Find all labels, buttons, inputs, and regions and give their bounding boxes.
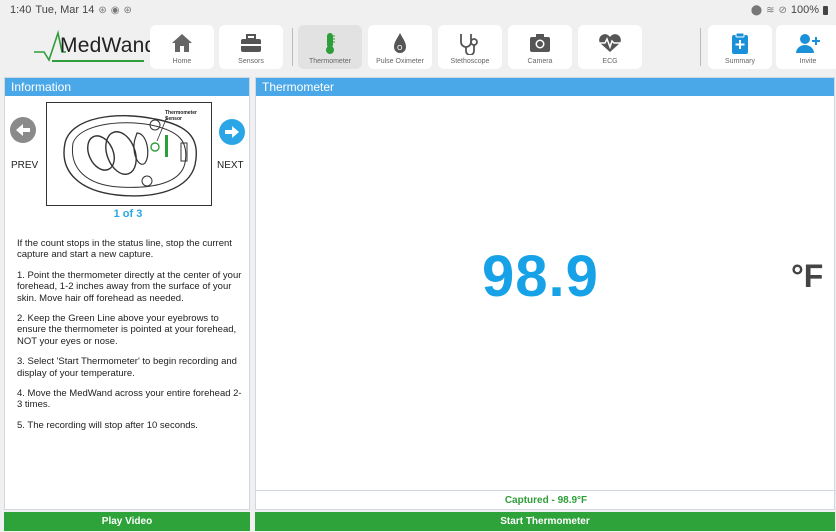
- toolbox-icon: [238, 30, 264, 56]
- home-icon: [170, 30, 194, 56]
- instruction-step: 4. Move the MedWand across your entire f…: [17, 388, 242, 411]
- instruction-step: 2. Keep the Green Line above your eyebro…: [17, 313, 237, 347]
- wifi-icon: ≋: [766, 4, 775, 16]
- battery-icon: [823, 5, 828, 15]
- status-date: Tue, Mar 14: [35, 4, 95, 16]
- start-thermometer-button[interactable]: Start Thermometer: [255, 512, 835, 531]
- page-indicator: 1 of 3: [113, 208, 143, 220]
- medwand-logo[interactable]: MedWand: [32, 30, 156, 64]
- logo-underline: [52, 60, 144, 62]
- thermometer-sensor-diagram: Thermometer Sensor: [46, 102, 212, 206]
- nav-ecg-button[interactable]: ECG: [578, 25, 642, 69]
- nav-divider: [292, 28, 293, 66]
- top-navigation: MedWand Home Sensors Thermometer O Pulse…: [0, 20, 836, 72]
- instruction-step: 1. Point the thermometer directly at the…: [17, 269, 242, 304]
- next-button[interactable]: [219, 119, 245, 145]
- information-panel: Information PREV Thermometer Sensor NEXT…: [4, 77, 250, 510]
- add-user-icon: [794, 30, 822, 56]
- arrow-right-icon: [225, 126, 239, 138]
- notification-icon-2: ⊛: [123, 4, 132, 16]
- nav-pulse-oximeter-button[interactable]: O Pulse Oximeter: [368, 25, 432, 69]
- temperature-unit: °F: [791, 258, 824, 294]
- nav-sensors-button[interactable]: Sensors: [219, 25, 283, 69]
- status-time: 1:40: [10, 4, 32, 16]
- nav-thermometer-button[interactable]: Thermometer: [298, 25, 362, 69]
- arrow-left-icon: [16, 124, 30, 136]
- nav-camera-button[interactable]: Camera: [508, 25, 572, 69]
- nav-summary-button[interactable]: Summary: [708, 25, 772, 69]
- svg-text:O: O: [397, 44, 403, 52]
- next-label: NEXT: [217, 160, 244, 171]
- thermometer-panel: Thermometer 98.9 °F Captured - 98.9°F: [255, 77, 836, 510]
- clipboard-plus-icon: [730, 30, 750, 56]
- chrome-icon: ◉: [110, 4, 120, 16]
- instructions-list: If the count stops in the status line, s…: [17, 238, 243, 440]
- play-video-button[interactable]: Play Video: [4, 512, 250, 531]
- information-panel-title: Information: [5, 78, 249, 96]
- status-bar: 1:40 Tue, Mar 14 ⊛ ◉ ⊛ ⬤ ≋ ⊘ 100%: [0, 0, 836, 20]
- nav-ecg-label: ECG: [602, 58, 618, 65]
- ecg-heart-icon: [596, 30, 624, 56]
- instruction-step: If the count stops in the status line, s…: [17, 238, 232, 261]
- battery-level: 100%: [790, 4, 819, 16]
- nav-invite-label: Invite: [799, 58, 817, 65]
- location-icon: ⬤: [750, 4, 763, 16]
- stethoscope-icon: [457, 30, 483, 56]
- pulse-oximeter-icon: O: [391, 30, 409, 56]
- instruction-step: 5. The recording will stop after 10 seco…: [17, 419, 198, 431]
- thermometer-icon: [322, 30, 338, 56]
- nav-stethoscope-button[interactable]: Stethoscope: [438, 25, 502, 69]
- nav-summary-label: Summary: [725, 58, 755, 65]
- nav-thermometer-label: Thermometer: [308, 58, 351, 65]
- nav-camera-label: Camera: [527, 58, 553, 65]
- brand-name: MedWand: [60, 34, 157, 57]
- nav-home-label: Home: [172, 58, 192, 65]
- camera-icon: [527, 30, 553, 56]
- thermometer-panel-title: Thermometer: [256, 78, 834, 96]
- dnd-icon: ⊘: [778, 4, 787, 16]
- prev-button[interactable]: [10, 117, 36, 143]
- thermometer-sensor-label: Thermometer Sensor: [165, 110, 197, 122]
- nav-home-button[interactable]: Home: [150, 25, 214, 69]
- prev-label: PREV: [11, 160, 39, 171]
- nav-invite-button[interactable]: Invite: [776, 25, 836, 69]
- temperature-reading: 98.9: [482, 244, 599, 309]
- nav-stethoscope-label: Stethoscope: [450, 58, 490, 65]
- captured-status: Captured - 98.9°F: [256, 490, 836, 510]
- nav-divider-2: [700, 28, 701, 66]
- instruction-step: 3. Select 'Start Thermometer' to begin r…: [17, 356, 237, 379]
- notification-icon: ⊛: [98, 4, 107, 16]
- nav-pulse-oximeter-label: Pulse Oximeter: [376, 58, 424, 65]
- nav-sensors-label: Sensors: [238, 58, 264, 65]
